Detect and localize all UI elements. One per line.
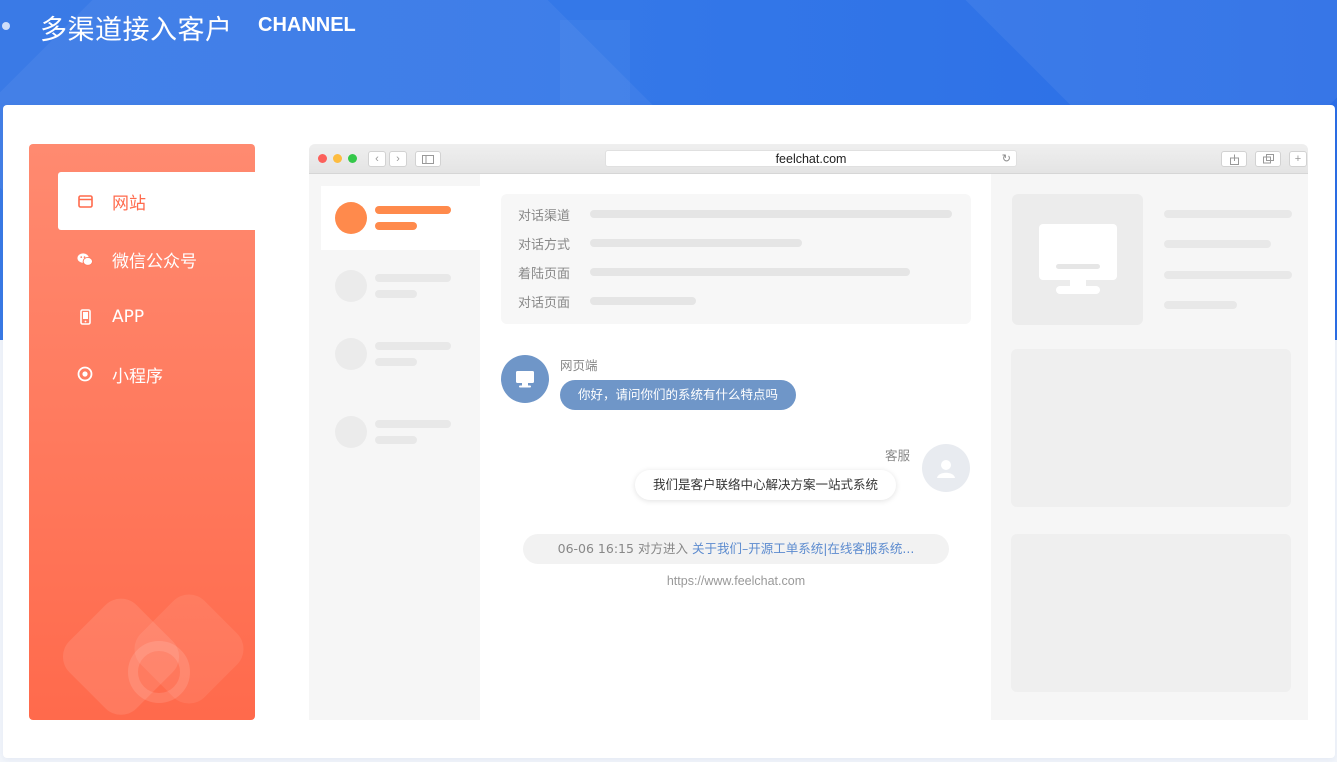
browser-window-icon <box>77 193 93 209</box>
monitor-icon <box>1039 224 1117 294</box>
address-bar-url: feelchat.com <box>775 152 847 166</box>
address-bar[interactable]: feelchat.com ↻ <box>605 150 1017 167</box>
sidebar-item-app[interactable]: APP <box>58 288 255 346</box>
tabs-icon[interactable] <box>1255 151 1281 167</box>
sidebar-item-label: 微信公众号 <box>112 251 197 272</box>
avatar <box>335 338 367 370</box>
forward-icon[interactable]: › <box>389 151 407 167</box>
phone-icon <box>77 309 93 325</box>
avatar <box>335 270 367 302</box>
header-bullet-icon <box>2 22 10 30</box>
detail-card <box>1011 349 1291 507</box>
sidebar-item-label: APP <box>112 307 145 327</box>
detail-card <box>1011 534 1291 692</box>
visitor-message-bubble: 你好，请问你们的系统有什么特点吗 <box>560 380 797 410</box>
page-title: 多渠道接入客户 <box>40 15 233 46</box>
info-row-method: 对话方式 <box>518 233 802 253</box>
visitor-detail-pane <box>991 174 1308 720</box>
info-row-channel: 对话渠道 <box>518 204 952 224</box>
mini-program-icon <box>77 366 93 382</box>
avatar <box>335 416 367 448</box>
reload-icon[interactable]: ↻ <box>1002 151 1011 167</box>
wechat-icon <box>77 251 93 267</box>
chat-pane: 对话渠道 对话方式 着陆页面 对话页面 网页端 你好，请问你们的系统有什么特点吗 <box>480 174 991 720</box>
sidebar-item-mini-program[interactable]: 小程序 <box>58 345 255 403</box>
back-icon[interactable]: ‹ <box>368 151 386 167</box>
share-icon[interactable] <box>1221 151 1247 167</box>
monitor-icon <box>516 371 534 388</box>
banner-decor-shape <box>560 20 630 110</box>
list-item[interactable] <box>321 254 480 318</box>
avatar <box>335 202 367 234</box>
visitor-name: 网页端 <box>560 358 598 373</box>
agent-avatar <box>922 444 970 492</box>
info-row-chat-page: 对话页面 <box>518 291 696 311</box>
agent-name: 客服 <box>885 448 911 463</box>
conversation-list <box>309 174 480 720</box>
system-notice: 06-06 16:15 对方进入 关于我们–开源工单系统|在线客服系统... <box>523 534 949 564</box>
landing-page-link[interactable]: 关于我们–开源工单系统|在线客服系统... <box>692 541 914 556</box>
content-card: 网站 微信公众号 APP 小程序 ‹ › feelchat.com ↻ + 对话… <box>3 105 1335 758</box>
browser-mockup: ‹ › feelchat.com ↻ + 对话渠道 对话方式 着陆页面 对话页面… <box>309 144 1308 720</box>
sidebar-item-website[interactable]: 网站 <box>58 172 255 230</box>
list-item[interactable] <box>321 400 480 464</box>
conversation-info-box: 对话渠道 对话方式 着陆页面 对话页面 <box>501 194 971 324</box>
sidebar-item-label: 网站 <box>112 193 146 214</box>
browser-titlebar: ‹ › feelchat.com ↻ + <box>309 144 1308 174</box>
info-row-landing-page: 着陆页面 <box>518 262 910 282</box>
sidebar-toggle-icon[interactable] <box>415 151 441 167</box>
user-icon <box>937 460 955 478</box>
sidebar-item-label: 小程序 <box>112 366 163 387</box>
agent-message-bubble: 我们是客户联络中心解决方案一站式系统 <box>635 470 897 500</box>
notice-url: https://www.feelchat.com <box>666 574 806 588</box>
new-tab-icon[interactable]: + <box>1289 151 1307 167</box>
device-thumbnail <box>1012 194 1143 325</box>
channel-sidebar: 网站 微信公众号 APP 小程序 <box>29 144 255 720</box>
sidebar-decor-logo-icon <box>62 594 244 715</box>
list-item[interactable] <box>321 322 480 386</box>
page-subtitle: CHANNEL <box>258 14 356 36</box>
close-window-icon <box>318 154 327 163</box>
minimize-window-icon <box>333 154 342 163</box>
sidebar-item-wechat[interactable]: 微信公众号 <box>58 230 255 288</box>
visitor-avatar <box>501 355 549 403</box>
maximize-window-icon <box>348 154 357 163</box>
list-item[interactable] <box>321 186 480 250</box>
